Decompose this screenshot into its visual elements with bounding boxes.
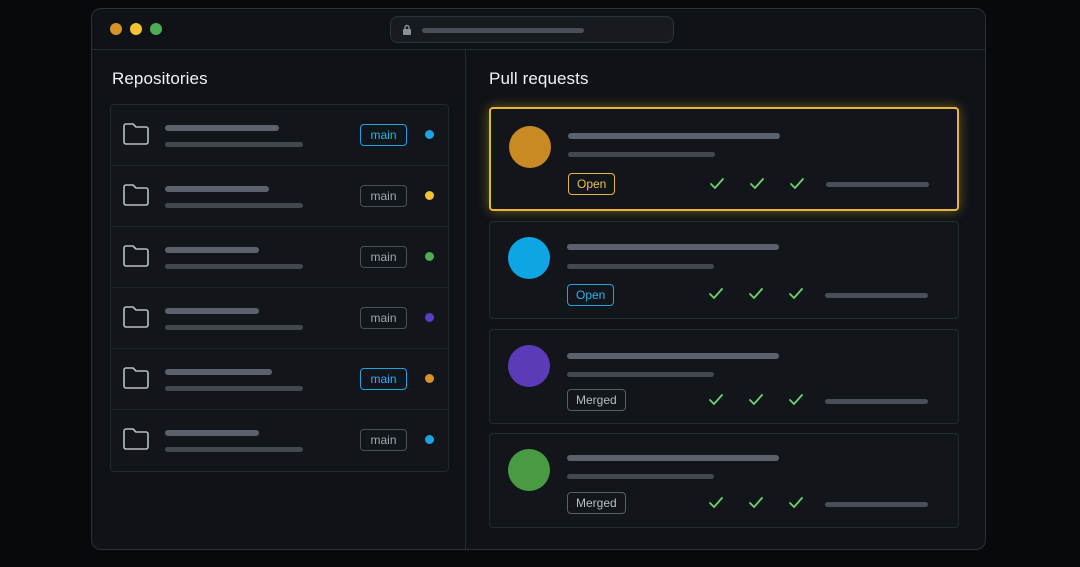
branch-badge[interactable]: main <box>360 246 407 268</box>
repository-name-placeholder <box>165 186 269 192</box>
repository-description-placeholder <box>165 203 303 208</box>
status-badge: Open <box>568 173 616 195</box>
lock-icon <box>403 24 411 35</box>
pull-request-meta-placeholder <box>826 182 929 187</box>
pull-request-title-placeholder <box>568 133 780 139</box>
repository-name-placeholder <box>165 125 279 131</box>
pull-request-meta-placeholder <box>825 399 928 404</box>
repository-row[interactable]: main <box>111 349 448 410</box>
avatar <box>508 345 550 387</box>
branch-badge[interactable]: main <box>360 124 407 146</box>
repository-description-placeholder <box>165 142 303 147</box>
pull-request-card[interactable]: Merged <box>489 433 959 528</box>
pull-request-subtitle-placeholder <box>567 372 714 377</box>
minimize-window-button[interactable] <box>130 23 142 35</box>
repository-row[interactable]: main <box>111 166 448 227</box>
repository-name-placeholder <box>165 369 272 375</box>
folder-icon <box>123 367 149 389</box>
repository-description-placeholder <box>165 325 303 330</box>
close-window-button[interactable] <box>110 23 122 35</box>
check-icon <box>789 394 803 405</box>
pull-request-card[interactable]: Merged <box>489 329 959 424</box>
repository-status-dot <box>425 374 434 383</box>
check-icon <box>709 497 723 508</box>
pull-request-subtitle-placeholder <box>568 152 715 157</box>
maximize-window-button[interactable] <box>150 23 162 35</box>
branch-badge[interactable]: main <box>360 185 407 207</box>
check-icon <box>750 178 764 189</box>
repository-description-placeholder <box>165 264 303 269</box>
avatar <box>508 237 550 279</box>
repository-description-placeholder <box>165 386 303 391</box>
pull-request-title-placeholder <box>567 353 779 359</box>
repository-status-dot <box>425 191 434 200</box>
pull-request-subtitle-placeholder <box>567 474 714 479</box>
panel-divider <box>465 50 466 549</box>
repository-row[interactable]: main <box>111 227 448 288</box>
branch-badge[interactable]: main <box>360 368 407 390</box>
address-bar[interactable] <box>390 16 674 43</box>
check-icon <box>790 178 804 189</box>
check-icon <box>789 497 803 508</box>
check-icon <box>749 497 763 508</box>
repositories-heading: Repositories <box>112 69 208 88</box>
check-icon <box>749 394 763 405</box>
avatar <box>509 126 551 168</box>
repository-row[interactable]: main <box>111 288 448 349</box>
url-placeholder <box>422 28 584 33</box>
status-badge: Merged <box>567 492 626 514</box>
check-icon <box>709 288 723 299</box>
repository-status-dot <box>425 435 434 444</box>
repository-name-placeholder <box>165 247 259 253</box>
check-icon <box>710 178 724 189</box>
pull-request-meta-placeholder <box>825 502 928 507</box>
pull-request-title-placeholder <box>567 244 779 250</box>
pull-requests-heading: Pull requests <box>489 69 589 88</box>
check-icon <box>709 394 723 405</box>
avatar <box>508 449 550 491</box>
check-icon <box>749 288 763 299</box>
folder-icon <box>123 184 149 206</box>
folder-icon <box>123 306 149 328</box>
repository-status-dot <box>425 252 434 261</box>
repository-description-placeholder <box>165 447 303 452</box>
repository-status-dot <box>425 313 434 322</box>
pull-request-subtitle-placeholder <box>567 264 714 269</box>
repository-name-placeholder <box>165 308 259 314</box>
repository-row[interactable]: main <box>111 410 448 471</box>
branch-badge[interactable]: main <box>360 429 407 451</box>
pull-request-card[interactable]: Open <box>489 107 959 211</box>
repository-list: main main main main main main <box>110 104 449 472</box>
title-bar <box>92 9 985 50</box>
status-badge: Merged <box>567 389 626 411</box>
folder-icon <box>123 428 149 450</box>
pull-request-meta-placeholder <box>825 293 928 298</box>
folder-icon <box>123 245 149 267</box>
branch-badge[interactable]: main <box>360 307 407 329</box>
browser-window: Repositories Pull requests main main mai… <box>91 8 986 550</box>
repository-status-dot <box>425 130 434 139</box>
repository-row[interactable]: main <box>111 105 448 166</box>
check-icon <box>789 288 803 299</box>
pull-request-card[interactable]: Open <box>489 221 959 319</box>
folder-icon <box>123 123 149 145</box>
pull-request-title-placeholder <box>567 455 779 461</box>
status-badge: Open <box>567 284 615 306</box>
repository-name-placeholder <box>165 430 259 436</box>
